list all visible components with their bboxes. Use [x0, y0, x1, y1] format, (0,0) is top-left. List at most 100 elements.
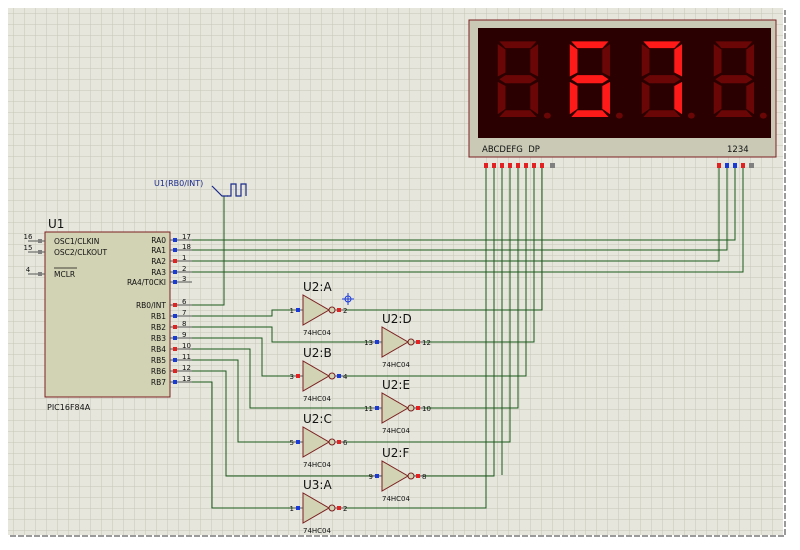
- gate-part: 74HC04: [303, 527, 332, 535]
- pin-state-marker: [173, 325, 177, 329]
- display-segment-pin: [508, 163, 512, 168]
- gate-output-pin: 6: [343, 439, 348, 447]
- segment-e: [713, 81, 722, 115]
- schematic-canvas[interactable]: U1(RB0/INT) U1 PIC16F84A 1 6 OSC1/CLKIN 15 O…: [0, 0, 800, 550]
- segment-pins-label: ABCDEFG DP: [482, 145, 540, 155]
- pin-number: 18: [182, 243, 191, 251]
- pin-state-marker: [337, 506, 341, 510]
- gate-input-pin: 3: [290, 373, 294, 381]
- pin-state-marker: [337, 308, 341, 312]
- digit-pins-label: 1234: [727, 145, 749, 155]
- inverter-bubble: [407, 472, 415, 480]
- pin-state-marker: [173, 347, 177, 351]
- pin-state-marker: [296, 308, 300, 312]
- pin-name: RB3: [151, 334, 166, 343]
- segment-d: [715, 110, 753, 117]
- display-digit-pin: [717, 163, 721, 168]
- segment-b: [602, 44, 611, 77]
- pin-number: 7: [182, 309, 186, 317]
- gate-part: 74HC04: [382, 361, 411, 369]
- gate-output-pin: 2: [343, 505, 347, 513]
- pin-state-marker: [38, 272, 42, 276]
- pin-number: 15: [24, 244, 33, 252]
- segment-a: [715, 41, 753, 49]
- pin-name: RB1: [151, 312, 166, 321]
- pin-name: RA0: [151, 236, 166, 245]
- display-segment-pin: [516, 163, 520, 168]
- pin-name: RA1: [151, 246, 166, 255]
- pin-state-marker: [173, 380, 177, 384]
- pin-name: RB5: [151, 356, 166, 365]
- pin-state-marker: [173, 270, 177, 274]
- inverter-bubble: [328, 504, 336, 512]
- segment-d: [571, 110, 609, 117]
- display-segment-pin: [532, 163, 536, 168]
- display-segment-pin: [500, 163, 504, 168]
- pin-state-marker: [38, 250, 42, 254]
- pin-number: 1: [182, 254, 186, 262]
- pin-state-marker: [173, 303, 177, 307]
- mcu-ref: U1: [48, 217, 64, 231]
- mcu-part: PIC16F84A: [47, 403, 91, 412]
- pin-state-marker: [416, 406, 420, 410]
- display-segment-pin: [540, 163, 544, 168]
- pin-state-marker: [173, 336, 177, 340]
- display-segment-pin: [492, 163, 496, 168]
- segment-g: [571, 75, 609, 84]
- pin-state-marker: [173, 369, 177, 373]
- segment-c: [674, 81, 683, 115]
- generator-label: U1(RB0/INT): [154, 179, 203, 188]
- pin-state-marker: [416, 474, 420, 478]
- segment-e: [497, 81, 506, 115]
- pin-name: RA2: [151, 257, 166, 266]
- gate-input-pin: 11: [364, 405, 373, 413]
- segment-b: [746, 44, 755, 77]
- pin-name: RB6: [151, 367, 166, 376]
- pin-name: OSC1/CLKIN: [54, 237, 99, 246]
- pin-state-marker: [375, 340, 379, 344]
- gate-ref: U2:E: [382, 378, 410, 392]
- pin-number: 13: [182, 375, 191, 383]
- segment-c: [530, 81, 539, 115]
- segment-dp: [759, 112, 767, 119]
- pin-state-marker: [375, 474, 379, 478]
- segment-a: [643, 41, 681, 49]
- pin-name: OSC2/CLKOUT: [54, 248, 108, 257]
- segment-f: [713, 44, 722, 77]
- display-segment-pin: [484, 163, 488, 168]
- segment-dp: [615, 112, 623, 119]
- pin-name: RB7: [151, 378, 166, 387]
- pin-number: 9: [182, 331, 186, 339]
- segment-dp: [543, 112, 551, 119]
- pin-state-marker: [173, 358, 177, 362]
- display-digit-pin: [733, 163, 737, 168]
- display-extra-pin: [749, 163, 754, 168]
- pin-state-marker: [173, 314, 177, 318]
- segment-g: [499, 75, 537, 84]
- gate-part: 74HC04: [303, 461, 332, 469]
- gate-ref: U2:B: [303, 346, 332, 360]
- pin-state-marker: [173, 238, 177, 242]
- pin-state-marker: [337, 440, 341, 444]
- pin-state-marker: [296, 506, 300, 510]
- pin-state-marker: [296, 440, 300, 444]
- display-digit-pin: [741, 163, 745, 168]
- display-digit-pin: [725, 163, 729, 168]
- segment-b: [674, 44, 683, 77]
- gate-output-pin: 8: [422, 473, 426, 481]
- gate-output-pin: 4: [343, 373, 348, 381]
- segment-e: [641, 81, 650, 115]
- seven-segment-display[interactable]: ABCDEFG DP 1234: [468, 19, 777, 168]
- gate-output-pin: 10: [422, 405, 431, 413]
- pin-state-marker: [173, 248, 177, 252]
- gate-input-pin: 13: [364, 339, 373, 347]
- segment-f: [569, 44, 578, 77]
- pin-number: 2: [182, 265, 186, 273]
- mcu-chip[interactable]: U1 PIC16F84A 16 OSC1/CLKIN15 OSC2/CLKOUT4 M…: [24, 217, 192, 412]
- segment-a: [499, 41, 537, 49]
- segment-g: [643, 75, 681, 84]
- inverter-bubble: [328, 372, 336, 380]
- pin-name: RB2: [151, 323, 166, 332]
- gate-input-pin: 1: [290, 307, 294, 315]
- pin-state-marker: [375, 406, 379, 410]
